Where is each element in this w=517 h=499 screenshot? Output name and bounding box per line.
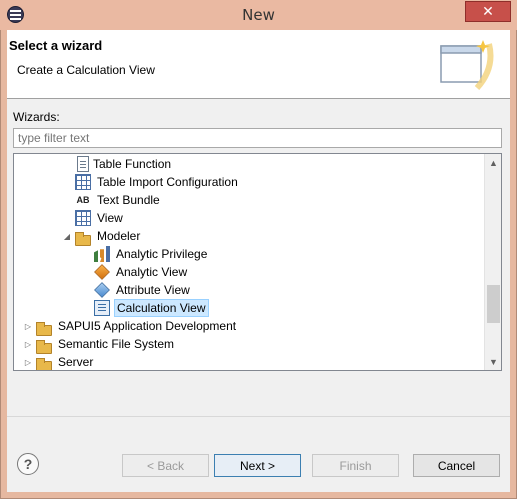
expand-arrow-icon[interactable]: ▷ — [23, 317, 33, 335]
tree-item-calculation-view[interactable]: Calculation View — [81, 299, 209, 317]
folder-icon — [36, 339, 52, 354]
wizard-tree[interactable]: Table Function Table Import Configuratio… — [13, 153, 502, 371]
analytic-view-icon — [94, 264, 110, 280]
dialog-body: Select a wizard Create a Calculation Vie… — [7, 30, 510, 492]
header-title: Select a wizard — [9, 38, 103, 53]
scroll-down-icon[interactable]: ▼ — [485, 353, 501, 370]
filter-input[interactable] — [13, 128, 502, 148]
finish-button[interactable]: Finish — [312, 454, 399, 477]
tree-item-analytic-privilege[interactable]: Analytic Privilege — [81, 245, 209, 263]
expand-arrow-icon[interactable]: ▷ — [23, 353, 33, 370]
close-button[interactable]: ✕ — [465, 1, 511, 22]
tree-item-view[interactable]: View — [62, 209, 125, 227]
tree-item-sapui5-application-development[interactable]: ▷ SAPUI5 Application Development — [23, 317, 238, 336]
tree-item-table-function[interactable]: Table Function — [62, 155, 173, 173]
tree-item-table-import-configuration[interactable]: Table Import Configuration — [62, 173, 240, 191]
tree-item-text-bundle[interactable]: AB Text Bundle — [62, 191, 162, 209]
back-button[interactable]: < Back — [122, 454, 209, 477]
table-function-icon — [77, 156, 89, 172]
tree-item-attribute-view[interactable]: Attribute View — [81, 281, 192, 299]
footer-divider — [7, 416, 510, 417]
title-bar[interactable]: New ✕ — [0, 0, 517, 30]
wizards-label: Wizards: — [13, 110, 60, 124]
wizard-banner-icon — [440, 40, 494, 91]
wizard-header: Select a wizard Create a Calculation Vie… — [7, 30, 510, 99]
folder-icon — [36, 357, 52, 370]
table-import-icon — [75, 174, 91, 190]
expand-arrow-icon[interactable]: ▷ — [23, 335, 33, 353]
help-button[interactable]: ? — [17, 453, 39, 475]
window-title: New — [242, 6, 275, 24]
header-description: Create a Calculation View — [17, 63, 155, 77]
tree-item-modeler[interactable]: ◢ Modeler — [62, 227, 142, 246]
text-bundle-icon: AB — [76, 195, 90, 205]
tree-item-server[interactable]: ▷ Server — [23, 353, 95, 370]
folder-icon — [36, 321, 52, 336]
tree-item-semantic-file-system[interactable]: ▷ Semantic File System — [23, 335, 176, 354]
tree-item-analytic-view[interactable]: Analytic View — [81, 263, 189, 281]
collapse-arrow-icon[interactable]: ◢ — [62, 227, 72, 245]
cancel-button[interactable]: Cancel — [413, 454, 500, 477]
scrollbar-thumb[interactable] — [487, 285, 500, 323]
scroll-up-icon[interactable]: ▲ — [485, 154, 501, 171]
vertical-scrollbar[interactable]: ▲ ▼ — [484, 154, 501, 370]
calculation-view-icon — [94, 300, 110, 316]
folder-icon — [75, 231, 91, 246]
next-button[interactable]: Next > — [214, 454, 301, 477]
analytic-privilege-icon — [94, 246, 110, 262]
attribute-view-icon — [94, 282, 110, 298]
view-icon — [75, 210, 91, 226]
